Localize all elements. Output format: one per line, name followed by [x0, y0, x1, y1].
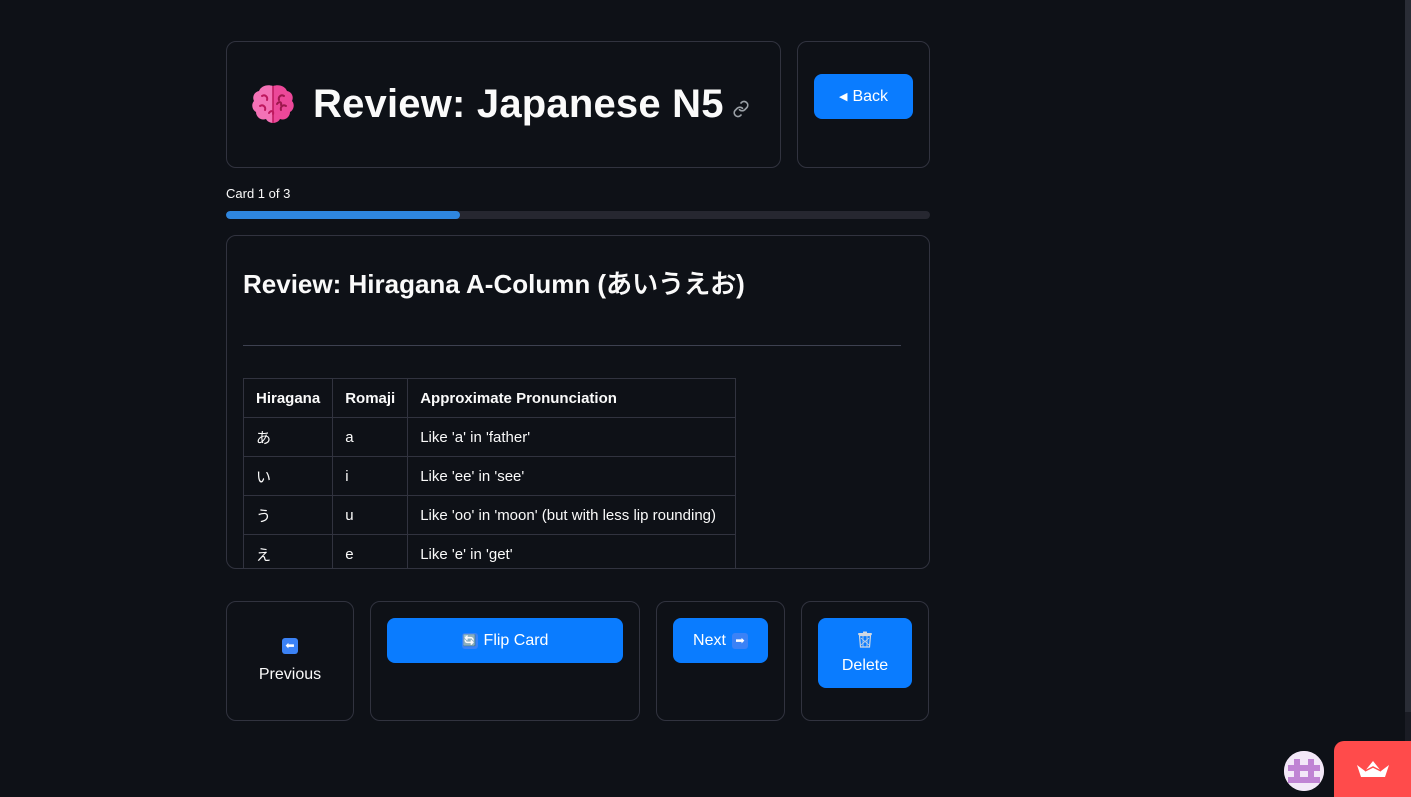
previous-button[interactable]: ⬅ Previous — [227, 602, 353, 720]
table-cell-hiragana: う — [242, 495, 334, 535]
table-cell-pronunciation: Like 'oo' in 'moon' (but with less lip r… — [407, 495, 737, 535]
table-header-pronunciation: Approximate Pronunciation — [407, 378, 737, 418]
table-row: う u Like 'oo' in 'moon' (but with less l… — [242, 495, 737, 535]
page-title: Review: Japanese N5 — [313, 81, 724, 126]
page-scrollbar[interactable] — [1405, 0, 1411, 797]
previous-container: ⬅ Previous — [226, 601, 354, 721]
table-row: え e Like 'e' in 'get' — [242, 534, 737, 568]
table-row: あ a Like 'a' in 'father' — [242, 417, 737, 457]
table-cell-romaji: a — [332, 417, 409, 457]
next-button-label: Next — [693, 631, 726, 649]
back-container: ◀ Back — [797, 41, 930, 168]
card-divider — [243, 345, 901, 346]
delete-button[interactable]: Delete — [818, 618, 912, 688]
table-header-romaji: Romaji — [332, 378, 409, 418]
left-triangle-icon: ◀ — [838, 91, 848, 103]
delete-button-label: Delete — [841, 657, 889, 674]
crown-icon — [1356, 761, 1389, 777]
app-page: Review: Japanese N5 ◀ Back Card 1 of 3 R… — [0, 0, 1411, 797]
table-header-hiragana: Hiragana — [242, 378, 334, 418]
left-arrow-icon: ⬅ — [282, 638, 298, 654]
pronunciation-table: Hiragana Romaji Approximate Pronunciatio… — [242, 378, 737, 568]
table-header-row: Hiragana Romaji Approximate Pronunciatio… — [242, 378, 737, 418]
table-cell-pronunciation: Like 'ee' in 'see' — [407, 456, 737, 496]
scrollbar-thumb[interactable] — [1405, 0, 1411, 712]
pixel-avatar-icon — [1284, 751, 1324, 791]
table-cell-pronunciation: Like 'a' in 'father' — [407, 417, 737, 457]
table-cell-pronunciation: Like 'e' in 'get' — [407, 534, 737, 568]
next-button[interactable]: Next ➡ — [673, 618, 768, 663]
streamlit-badge[interactable] — [1334, 741, 1411, 797]
flip-card-button[interactable]: 🔄 Flip Card — [387, 618, 623, 663]
back-button-label: Back — [852, 87, 889, 105]
progress-label: Card 1 of 3 — [226, 186, 291, 201]
table-cell-hiragana: え — [242, 534, 334, 568]
table-cell-hiragana: い — [242, 456, 334, 496]
back-button[interactable]: ◀ Back — [814, 74, 913, 119]
card-title: Review: Hiragana A-Column (あいうえお) — [243, 269, 745, 299]
title-row: Review: Japanese N5 — [249, 80, 750, 128]
refresh-icon: 🔄 — [461, 632, 478, 649]
trash-icon — [858, 631, 872, 648]
progress-bar — [226, 211, 930, 219]
table-cell-romaji: i — [332, 456, 409, 496]
flashcard[interactable]: Review: Hiragana A-Column (あいうえお) Hiraga… — [226, 235, 930, 569]
table-row: い i Like 'ee' in 'see' — [242, 456, 737, 496]
progress-fill — [226, 211, 461, 219]
table-cell-hiragana: あ — [242, 417, 334, 457]
delete-container: Delete — [801, 601, 929, 721]
link-icon[interactable] — [732, 100, 750, 118]
right-arrow-icon: ➡ — [731, 632, 748, 649]
brain-icon — [252, 85, 294, 123]
avatar[interactable] — [1284, 751, 1324, 791]
flip-card-button-label: Flip Card — [483, 631, 549, 649]
table-cell-romaji: u — [332, 495, 409, 535]
next-container: Next ➡ — [656, 601, 785, 721]
previous-button-label: Previous — [258, 666, 322, 683]
flip-container: 🔄 Flip Card — [370, 601, 640, 721]
table-cell-romaji: e — [332, 534, 409, 568]
title-container: Review: Japanese N5 — [226, 41, 781, 168]
